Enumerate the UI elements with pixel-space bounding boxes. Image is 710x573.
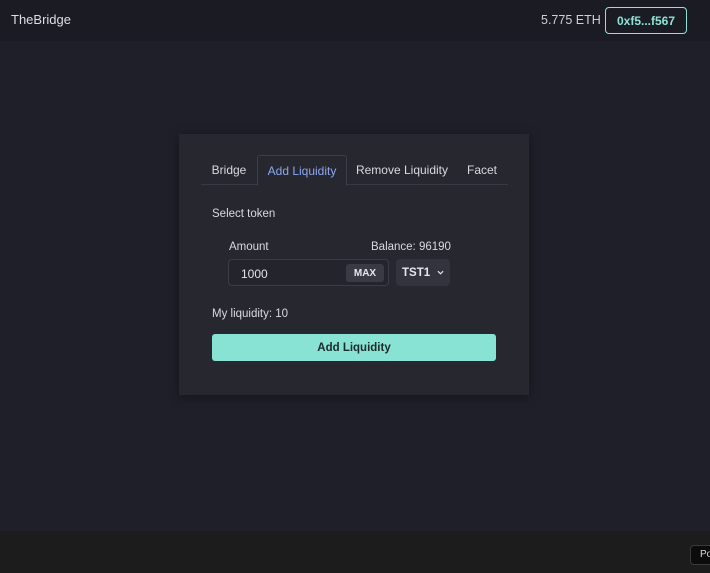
app-title[interactable]: TheBridge	[11, 12, 71, 27]
my-liquidity-label: My liquidity: 10	[212, 308, 289, 320]
tab-bridge[interactable]: Bridge	[201, 155, 257, 185]
top-navbar: TheBridge 5.775 ETH 0xf5...f567	[0, 0, 710, 41]
token-select-value: TST1	[402, 266, 431, 279]
balance-label: Balance: 96190	[371, 241, 451, 253]
amount-input[interactable]: 1000 MAX	[228, 259, 389, 286]
eth-balance: 5.775 ETH	[541, 13, 601, 27]
tab-add-liquidity[interactable]: Add Liquidity	[257, 155, 347, 186]
token-select[interactable]: TST1	[396, 259, 450, 286]
tab-facet[interactable]: Facet	[457, 155, 507, 185]
select-token-label: Select token	[212, 208, 276, 220]
max-button[interactable]: MAX	[346, 264, 384, 282]
chevron-down-icon	[437, 270, 444, 275]
footer-bar: Po	[0, 531, 710, 573]
amount-label: Amount	[229, 241, 269, 253]
wallet-address-button[interactable]: 0xf5...f567	[605, 7, 687, 34]
liquidity-card: Bridge Add Liquidity Remove Liquidity Fa…	[179, 134, 529, 395]
tab-bar: Bridge Add Liquidity Remove Liquidity Fa…	[201, 155, 508, 186]
footer-button[interactable]: Po	[690, 545, 710, 565]
amount-value[interactable]: 1000	[241, 267, 268, 281]
tab-remove-liquidity[interactable]: Remove Liquidity	[347, 155, 457, 185]
add-liquidity-button[interactable]: Add Liquidity	[212, 334, 496, 361]
